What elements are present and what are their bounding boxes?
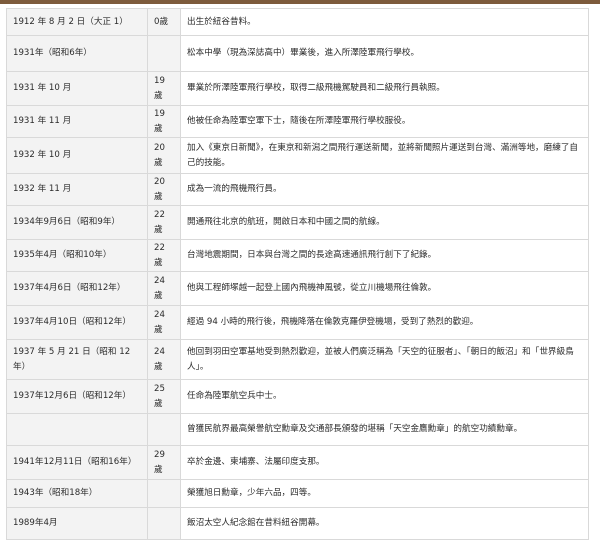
event-cell: 飯沼太空人紀念館在昔料紐谷開幕。 [180, 507, 589, 540]
event-cell: 台灣地震期間，日本與台灣之間的長途高速通訊飛行創下了紀錄。 [180, 239, 589, 272]
date-cell: 1932 年 11 月 [6, 173, 148, 206]
date-cell: 1931 年 10 月 [6, 71, 148, 106]
date-cell: 1941年12月11日（昭和16年） [6, 445, 148, 480]
date-cell: 1943年（昭和18年） [6, 479, 148, 508]
timeline-body: 1912 年 8 月 2 日（大正 1） 0歲 出生於紐谷昔料。 1931年（昭和6年… [6, 8, 589, 540]
table-row: 1931年（昭和6年） 松本中學（現為深誌高中）畢業後，進入所澤陸軍飛行學校。 [6, 35, 589, 72]
age-cell: 29 歲 [147, 445, 181, 480]
event-cell: 他回到羽田空軍基地受到熱烈歡迎，並被人們廣泛稱為「天空的征服者」、「朝日的飯沼」… [180, 339, 589, 380]
event-cell: 松本中學（現為深誌高中）畢業後，進入所澤陸軍飛行學校。 [180, 35, 589, 72]
date-cell: 1937年4月10日（昭和12年） [6, 305, 148, 340]
event-cell: 任命為陸軍航空兵中士。 [180, 379, 589, 414]
table-row: 曾獲民航界最高榮譽航空勳章及交通部長頒發的堪稱「天空金鷹勳章」的航空功績勳章。 [6, 413, 589, 446]
event-cell: 成為一流的飛機飛行員。 [180, 173, 589, 206]
age-cell: 20 歲 [147, 173, 181, 206]
event-cell: 畢業於所澤陸軍飛行學校，取得二級飛機駕駛員和二級飛行員執照。 [180, 71, 589, 106]
age-cell: 24 歲 [147, 339, 181, 380]
date-cell: 1935年4月（昭和10年） [6, 239, 148, 272]
age-cell: 0歲 [147, 8, 181, 36]
age-cell: 25 歲 [147, 379, 181, 414]
age-cell [147, 479, 181, 508]
age-cell: 20 歲 [147, 137, 181, 174]
date-cell [6, 413, 148, 446]
age-cell [147, 413, 181, 446]
date-cell: 1937年12月6日（昭和12年） [6, 379, 148, 414]
date-cell: 1989年4月 [6, 507, 148, 540]
table-row: 1931 年 10 月 19 歲畢業於所澤陸軍飛行學校，取得二級飛機駕駛員和二級飛… [6, 71, 589, 106]
table-row: 1943年（昭和18年） 榮獲旭日勳章，少年六品，四等。 [6, 479, 589, 508]
table-row: 1931 年 11 月 19 歲他被任命為陸軍空軍下士，隨後在所澤陸軍飛行學校服役… [6, 105, 589, 138]
age-cell [147, 35, 181, 72]
table-row: 1937 年 5 月 21 日（昭和 12 年） 24 歲他回到羽田空軍基地受到熱… [6, 339, 589, 380]
table-row: 1932 年 11 月 20 歲成為一流的飛機飛行員。 [6, 173, 589, 206]
age-cell: 19 歲 [147, 105, 181, 138]
date-cell: 1931年（昭和6年） [6, 35, 148, 72]
age-cell: 22 歲 [147, 239, 181, 272]
date-cell: 1937年4月6日（昭和12年） [6, 271, 148, 306]
table-row: 1937年4月6日（昭和12年） 24 歲他與工程師塚越一起登上國內飛機神風號，從… [6, 271, 589, 306]
event-cell: 榮獲旭日勳章，少年六品，四等。 [180, 479, 589, 508]
table-row: 1935年4月（昭和10年） 22 歲台灣地震期間，日本與台灣之間的長途高速通訊飛… [6, 239, 589, 272]
table-row: 1941年12月11日（昭和16年） 29 歲卒於金邊、柬埔寨、法屬印度支那。 [6, 445, 589, 480]
age-cell: 24 歲 [147, 305, 181, 340]
event-cell: 他被任命為陸軍空軍下士，隨後在所澤陸軍飛行學校服役。 [180, 105, 589, 138]
event-cell: 出生於紐谷昔料。 [180, 8, 589, 36]
age-cell: 19 歲 [147, 71, 181, 106]
table-row: 1937年4月10日（昭和12年） 24 歲經過 94 小時的飛行後，飛機降落在倫… [6, 305, 589, 340]
table-row: 1937年12月6日（昭和12年） 25 歲任命為陸軍航空兵中士。 [6, 379, 589, 414]
age-cell: 22 歲 [147, 205, 181, 240]
event-cell: 開通飛往北京的航班，開啟日本和中國之間的航線。 [180, 205, 589, 240]
event-cell: 經過 94 小時的飛行後，飛機降落在倫敦克羅伊登機場，受到了熱烈的歡迎。 [180, 305, 589, 340]
age-cell: 24 歲 [147, 271, 181, 306]
date-cell: 1932 年 10 月 [6, 137, 148, 174]
table-row: 1912 年 8 月 2 日（大正 1） 0歲 出生於紐谷昔料。 [6, 8, 589, 36]
date-cell: 1934年9月6日（昭和9年） [6, 205, 148, 240]
event-cell: 卒於金邊、柬埔寨、法屬印度支那。 [180, 445, 589, 480]
event-cell: 加入《東京日新聞》，在東京和新潟之間飛行運送新聞，並將新聞照片運送到台灣、滿洲等… [180, 137, 589, 174]
table-row: 1932 年 10 月 20 歲加入《東京日新聞》，在東京和新潟之間飛行運送新聞，… [6, 137, 589, 174]
table-row: 1934年9月6日（昭和9年） 22 歲開通飛往北京的航班，開啟日本和中國之間的航… [6, 205, 589, 240]
date-cell: 1937 年 5 月 21 日（昭和 12 年） [6, 339, 148, 380]
event-cell: 曾獲民航界最高榮譽航空勳章及交通部長頒發的堪稱「天空金鷹勳章」的航空功績勳章。 [180, 413, 589, 446]
event-cell: 他與工程師塚越一起登上國內飛機神風號，從立川機場飛往倫敦。 [180, 271, 589, 306]
date-cell: 1931 年 11 月 [6, 105, 148, 138]
timeline-table: 1912 年 8 月 2 日（大正 1） 0歲 出生於紐谷昔料。 1931年（昭和6年… [6, 8, 589, 540]
date-cell: 1912 年 8 月 2 日（大正 1） [6, 8, 148, 36]
age-cell [147, 507, 181, 540]
table-row: 1989年4月 飯沼太空人紀念館在昔料紐谷開幕。 [6, 507, 589, 540]
content-area: 1912 年 8 月 2 日（大正 1） 0歲 出生於紐谷昔料。 1931年（昭和6年… [0, 4, 600, 553]
